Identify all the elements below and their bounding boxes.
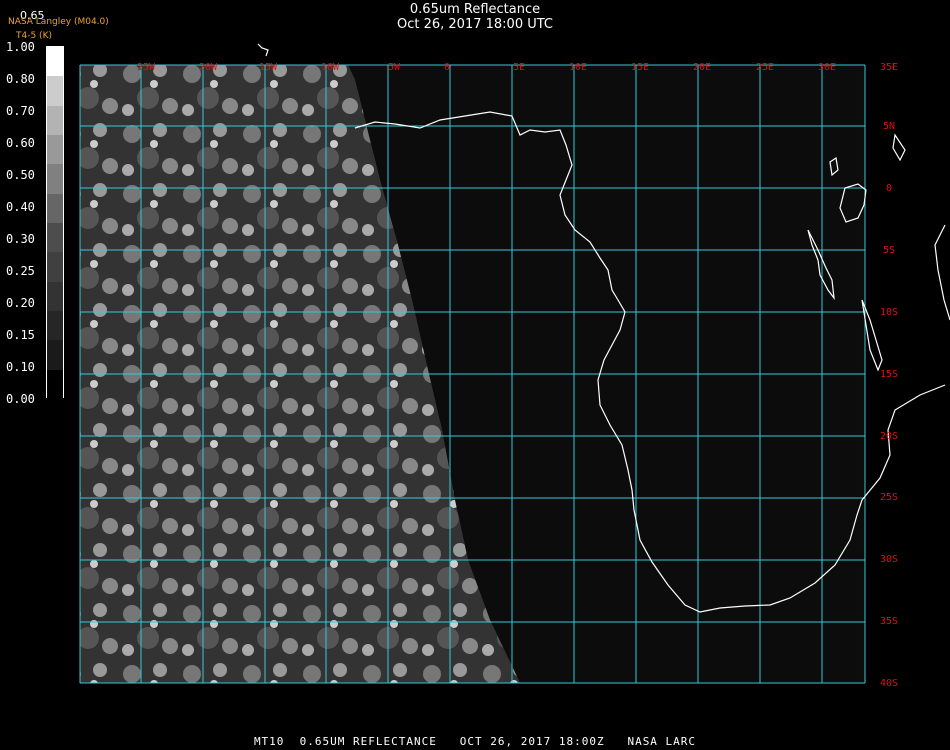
longitude-label: 10W — [321, 62, 340, 73]
latitude-label: 10S — [880, 307, 898, 318]
longitude-label: 25E — [756, 62, 774, 73]
longitude-label: 20W — [199, 62, 218, 73]
latitude-label: 5S — [883, 245, 895, 256]
longitude-label: 35E — [880, 62, 898, 73]
latitude-label: 0 — [886, 183, 892, 194]
longitude-label: 5E — [513, 62, 525, 73]
longitude-label: 15E — [631, 62, 649, 73]
satellite-map: 25W 20W 15W 10W 5W 0 5E 10E 15E 20E 25E 30E 35E 5N05… — [79, 43, 950, 689]
footer-caption: MT10 0.65UM REFLECTANCE OCT 26, 2017 18:… — [253, 735, 697, 748]
longitude-label: 0 — [444, 62, 450, 73]
longitude-label: 5W — [388, 62, 401, 73]
longitude-label: 20E — [693, 62, 711, 73]
latitude-label: 15S — [880, 369, 898, 380]
latitude-label: 25S — [880, 492, 898, 503]
longitude-label: 30E — [818, 62, 836, 73]
longitude-label: 10E — [569, 62, 587, 73]
latitude-label: 5N — [883, 121, 895, 132]
latitude-label: 35S — [880, 616, 898, 627]
longitude-label: 15W — [259, 62, 278, 73]
latitude-label: 40S — [880, 678, 898, 689]
latitude-labels: 5N 0 5S 10S 15S 20S 25S 30S 35S 40S — [880, 121, 898, 689]
latitude-label: 20S — [880, 431, 898, 442]
latitude-label: 30S — [880, 554, 898, 565]
longitude-label: 25W — [137, 62, 156, 73]
